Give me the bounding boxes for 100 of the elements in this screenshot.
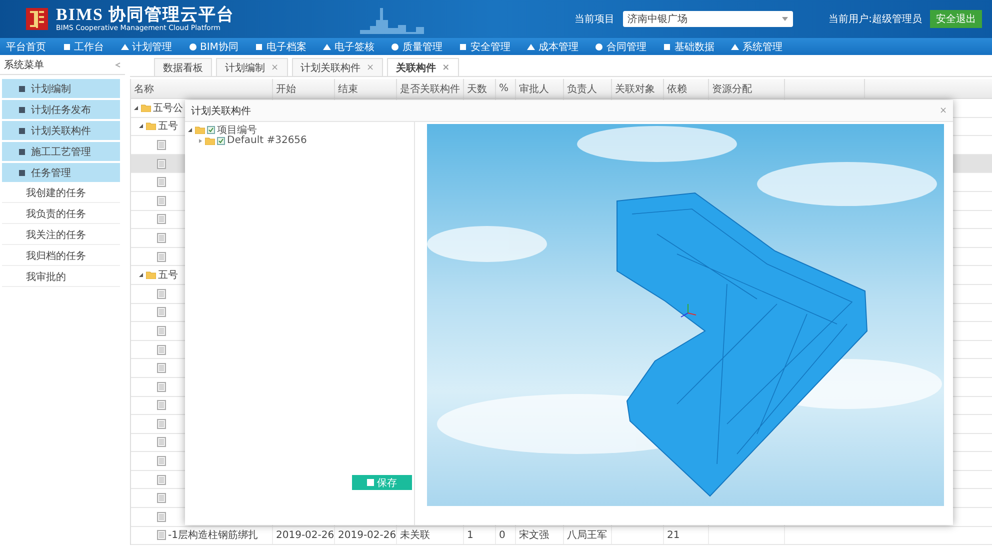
table-cell: 21 xyxy=(667,530,680,541)
document-icon xyxy=(157,363,166,374)
project-select[interactable]: 济南中银广场 xyxy=(622,11,793,27)
menu-item-icon xyxy=(18,126,26,134)
nav-icon xyxy=(63,42,71,50)
table-row[interactable]: -1层构造柱钢筋绑扎 2019-02-26 2019-02-26 未关联 1 0 宋文强 八局王军 21 xyxy=(131,526,992,546)
sidebar-title: 系统菜单 xyxy=(4,58,44,72)
collapse-icon[interactable] xyxy=(115,62,121,68)
document-icon xyxy=(157,307,166,318)
nav-icon xyxy=(663,42,672,50)
nav-item[interactable]: 电子档案 xyxy=(255,40,306,54)
tab[interactable]: 关联构件 × xyxy=(387,58,459,76)
nav-item[interactable]: 计划管理 xyxy=(121,40,172,54)
tree-checkbox[interactable] xyxy=(217,136,225,144)
axis-gizmo-icon xyxy=(680,304,696,318)
save-icon xyxy=(367,479,374,486)
document-icon xyxy=(157,177,166,188)
document-icon xyxy=(157,158,166,169)
logo-icon xyxy=(26,8,48,30)
nav-icon xyxy=(731,42,740,50)
task-name: 五号公 xyxy=(153,102,183,115)
document-icon xyxy=(157,418,166,429)
nav-item[interactable]: BIM协同 xyxy=(189,40,238,54)
nav-item[interactable]: 系统管理 xyxy=(731,40,782,54)
table-cell: 2019-02-26 xyxy=(276,530,334,541)
collapse-arrow-icon[interactable] xyxy=(138,123,144,130)
tab[interactable]: 计划编制 × xyxy=(216,58,288,76)
document-icon xyxy=(157,326,166,336)
document-icon xyxy=(157,196,166,206)
document-icon xyxy=(157,437,166,448)
sidebar-item[interactable]: 计划编制 xyxy=(2,79,120,98)
nav-icon xyxy=(459,42,468,50)
nav-icon xyxy=(121,42,129,50)
document-icon xyxy=(157,512,166,522)
nav-icon xyxy=(323,42,332,50)
document-icon xyxy=(157,493,166,504)
menu-item-icon xyxy=(18,84,26,92)
column-header: 是否关联构件 xyxy=(397,79,464,98)
column-header: 结束 xyxy=(335,79,397,98)
nav-item[interactable]: 合同管理 xyxy=(595,40,646,54)
column-header: 天数 xyxy=(464,79,496,98)
collapse-arrow-icon[interactable] xyxy=(138,272,144,278)
platform-title: BIMS 协同管理云平台 xyxy=(56,6,235,24)
document-icon xyxy=(157,344,166,355)
project-label: 当前项目 xyxy=(574,12,615,26)
nav-icon xyxy=(391,42,400,50)
dialog-title: 计划关联构件 xyxy=(191,104,251,118)
tree-node-label[interactable]: 项目编号 xyxy=(217,122,257,136)
column-header: 资源分配 xyxy=(709,79,785,98)
document-icon xyxy=(157,214,166,224)
document-icon xyxy=(157,382,166,392)
document-icon xyxy=(157,140,166,150)
menu-item-icon xyxy=(18,148,26,156)
nav-icon xyxy=(189,42,197,50)
sidebar-item[interactable]: 施工工艺管理 xyxy=(2,142,120,161)
3d-viewer[interactable] xyxy=(427,124,944,506)
column-header: 名称 xyxy=(131,79,273,98)
sidebar-item[interactable]: 计划关联构件 xyxy=(2,121,120,140)
nav-icon xyxy=(527,42,536,50)
nav-item[interactable]: 质量管理 xyxy=(391,40,442,54)
document-icon xyxy=(157,288,166,299)
current-user: 当前用户:超级管理员 xyxy=(828,12,922,26)
tab[interactable]: 计划关联构件 × xyxy=(292,58,384,76)
table-cell-text: 未关联 xyxy=(400,528,430,542)
table-cell-text: 宋文强 xyxy=(519,528,549,542)
table-cell-text: 八局王军 xyxy=(567,529,607,542)
nav-item[interactable]: 基础数据 xyxy=(663,40,714,54)
dropdown-caret-icon xyxy=(782,17,788,21)
nav-item[interactable]: 安全管理 xyxy=(459,40,510,54)
column-header: 开始 xyxy=(273,79,335,98)
nav-item[interactable]: 电子签核 xyxy=(323,40,374,54)
column-header: 审批人 xyxy=(516,79,564,98)
tree-node-label[interactable]: Default #32656 xyxy=(227,135,307,146)
tab[interactable]: 数据看板 xyxy=(154,58,212,76)
menu-item-icon xyxy=(18,106,26,114)
document-icon xyxy=(157,474,166,485)
nav-item[interactable]: 工作台 xyxy=(63,40,104,54)
collapse-arrow-icon[interactable] xyxy=(133,104,139,111)
collapse-arrow-icon[interactable] xyxy=(187,126,193,132)
column-header: 依赖 xyxy=(664,79,709,98)
task-name: 五号 xyxy=(158,269,178,282)
expand-arrow-icon[interactable] xyxy=(197,138,203,144)
document-icon xyxy=(157,456,166,466)
nav-icon xyxy=(595,42,604,50)
sidebar-item[interactable]: 计划任务发布 xyxy=(2,100,120,119)
building-model[interactable] xyxy=(616,192,868,497)
column-header: 关联对象 xyxy=(612,79,664,98)
task-name: -1层构造柱钢筋绑扎 xyxy=(168,528,258,542)
column-header: 负责人 xyxy=(564,79,612,98)
sidebar-item[interactable]: 任务管理 xyxy=(2,163,120,182)
document-icon xyxy=(157,530,166,540)
nav-icon xyxy=(255,42,264,50)
table-cell: 2019-02-26 xyxy=(338,530,396,541)
column-header: % xyxy=(496,79,516,98)
table-cell: 0 xyxy=(499,530,506,541)
nav-item[interactable]: 平台首页 xyxy=(6,40,46,54)
tree-checkbox[interactable] xyxy=(207,126,215,134)
folder-icon xyxy=(146,271,156,280)
nav-item[interactable]: 成本管理 xyxy=(527,40,578,54)
document-icon xyxy=(157,400,166,410)
